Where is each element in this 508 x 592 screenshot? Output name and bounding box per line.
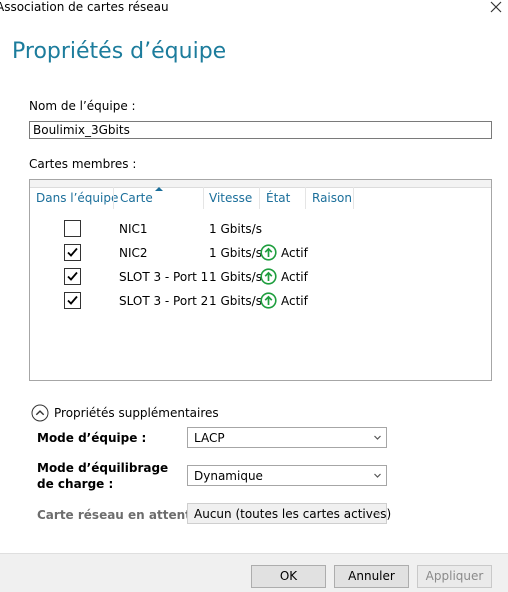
standby-adapter-value: Aucun (toutes les cartes actives) (194, 507, 392, 521)
adapter-name: NIC2 (119, 246, 148, 260)
checkmark-icon (67, 295, 78, 305)
member-adapters-list[interactable]: Dans l’équipe Carte Vitesse État Raison … (29, 179, 492, 381)
window-title: Association de cartes réseau (0, 0, 169, 14)
chevron-down-icon (374, 435, 381, 440)
chevron-down-icon (374, 511, 381, 516)
status-up-icon (260, 292, 277, 309)
column-header-speed[interactable]: Vitesse (209, 191, 252, 205)
column-separator (203, 187, 204, 209)
table-row[interactable]: NIC1 1 Gbits/s (30, 218, 491, 240)
column-separator (259, 187, 260, 209)
teaming-mode-label: Mode d’équipe : (37, 431, 147, 445)
page-title: Propriétés d’équipe (12, 39, 227, 64)
teaming-mode-value: LACP (194, 431, 225, 445)
cancel-button[interactable]: Annuler (334, 565, 409, 588)
adapter-speed: 1 Gbits/s (209, 222, 262, 236)
table-row[interactable]: NIC2 1 Gbits/s Actif (30, 242, 491, 264)
sort-ascending-icon (155, 187, 163, 191)
table-row[interactable]: SLOT 3 - Port 1 1 Gbits/s Actif (30, 266, 491, 288)
team-name-label: Nom de l’équipe : (29, 99, 136, 113)
adapter-state: Actif (281, 246, 308, 260)
load-balancing-label: Mode d’équilibrage de charge : (37, 461, 169, 491)
additional-properties-label[interactable]: Propriétés supplémentaires (54, 406, 219, 420)
adapter-state: Actif (281, 270, 308, 284)
status-up-icon (260, 244, 277, 261)
column-separator (113, 187, 114, 209)
apply-button[interactable]: Appliquer (417, 565, 492, 588)
load-balancing-value: Dynamique (194, 469, 263, 483)
adapter-speed: 1 Gbits/s (209, 270, 262, 284)
column-header-reason[interactable]: Raison (312, 191, 352, 205)
adapter-name: SLOT 3 - Port 2 (119, 294, 209, 308)
table-row[interactable]: SLOT 3 - Port 2 1 Gbits/s Actif (30, 290, 491, 312)
list-header-bar (30, 180, 491, 188)
load-balancing-select[interactable]: Dynamique (187, 465, 387, 486)
standby-adapter-select[interactable]: Aucun (toutes les cartes actives) (187, 503, 391, 524)
chevron-down-icon (374, 473, 381, 478)
standby-adapter-label: Carte réseau en attente : (37, 508, 208, 522)
column-separator (305, 187, 306, 209)
checkmark-icon (67, 271, 78, 281)
in-team-checkbox[interactable] (64, 292, 81, 309)
adapter-speed: 1 Gbits/s (209, 246, 262, 260)
ok-button[interactable]: OK (251, 565, 326, 588)
close-icon[interactable] (487, 0, 505, 16)
column-header-state[interactable]: État (266, 191, 290, 205)
adapter-speed: 1 Gbits/s (209, 294, 262, 308)
adapter-name: SLOT 3 - Port 1 (119, 270, 209, 284)
in-team-checkbox[interactable] (64, 268, 81, 285)
chevron-up-circle-icon[interactable] (31, 404, 49, 422)
checkmark-icon (67, 247, 78, 257)
in-team-checkbox[interactable] (64, 220, 81, 237)
column-separator (353, 187, 354, 209)
status-up-icon (260, 268, 277, 285)
column-header-in-team[interactable]: Dans l’équipe (36, 191, 118, 205)
member-adapters-label: Cartes membres : (29, 157, 137, 171)
in-team-checkbox[interactable] (64, 244, 81, 261)
adapter-name: NIC1 (119, 222, 148, 236)
adapter-state: Actif (281, 294, 308, 308)
teaming-mode-select[interactable]: LACP (187, 427, 387, 448)
column-header-adapter[interactable]: Carte (120, 191, 153, 205)
team-name-input[interactable]: Boulimix_3Gbits (29, 121, 492, 139)
